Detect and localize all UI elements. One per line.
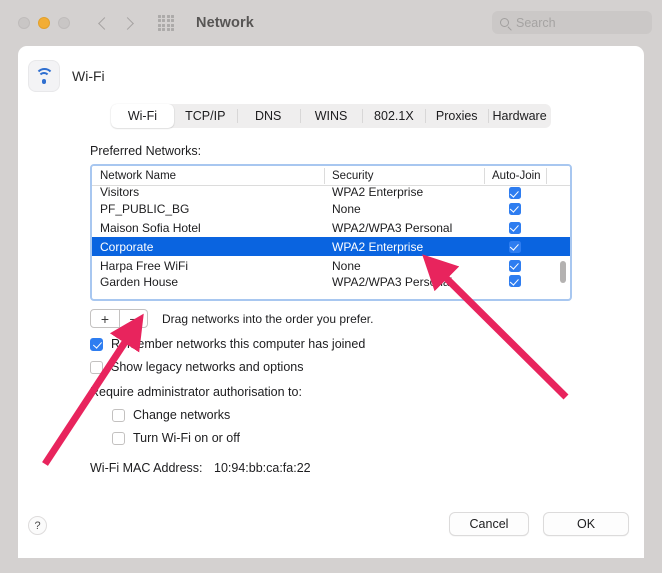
auto-join-checkbox[interactable] xyxy=(509,187,521,199)
cell-network-name: PF_PUBLIC_BG xyxy=(100,201,190,216)
cell-network-name: Corporate xyxy=(100,239,154,254)
cell-security: WPA2/WPA3 Personal xyxy=(332,220,453,235)
tab-dns[interactable]: DNS xyxy=(236,104,300,128)
table-row-selected[interactable]: Corporate WPA2 Enterprise xyxy=(92,237,570,256)
preferred-networks-label: Preferred Networks: xyxy=(90,144,202,158)
tab-proxies[interactable]: Proxies xyxy=(425,104,488,128)
change-networks-label: Change networks xyxy=(133,408,231,422)
cell-security: None xyxy=(332,201,361,216)
wifi-tab-content: Preferred Networks: Network Name Securit… xyxy=(18,128,644,475)
auto-join-checkbox[interactable] xyxy=(509,275,521,287)
show-legacy-checkbox[interactable] xyxy=(90,360,103,374)
help-button[interactable]: ? xyxy=(28,516,47,535)
cell-security: WPA2 Enterprise xyxy=(332,185,424,199)
option-remember-networks[interactable]: Remember networks this computer has join… xyxy=(90,337,644,351)
cell-auto-join xyxy=(484,221,546,234)
option-change-networks[interactable]: Change networks xyxy=(112,408,644,422)
grid-icon[interactable] xyxy=(158,15,174,31)
forward-chevron-icon[interactable] xyxy=(121,16,134,30)
drag-hint-label: Drag networks into the order you prefer. xyxy=(162,311,374,326)
tab-8021x[interactable]: 802.1X xyxy=(362,104,425,128)
column-header-network-name[interactable]: Network Name xyxy=(92,166,324,186)
require-admin-label: Require administrator authorisation to: xyxy=(90,385,302,399)
search-icon xyxy=(500,18,509,27)
cell-auto-join xyxy=(484,202,546,215)
close-window-button[interactable] xyxy=(18,17,30,29)
maximize-window-button[interactable] xyxy=(58,17,70,29)
show-legacy-label: Show legacy networks and options xyxy=(111,360,304,374)
add-remove-row: + − Drag networks into the order you pre… xyxy=(90,309,644,328)
column-header-security[interactable]: Security xyxy=(324,166,484,186)
window-toolbar: Network Search xyxy=(0,0,662,46)
service-name-label: Wi-Fi xyxy=(72,68,105,84)
cell-auto-join xyxy=(484,187,546,199)
table-row[interactable]: PF_PUBLIC_BG None xyxy=(92,199,570,218)
minimize-window-button[interactable] xyxy=(38,17,50,29)
column-header-auto-join[interactable]: Auto-Join xyxy=(484,166,546,186)
navigation-buttons xyxy=(98,16,134,30)
tab-wifi[interactable]: Wi-Fi xyxy=(111,104,174,128)
tab-tcpip[interactable]: TCP/IP xyxy=(174,104,237,128)
search-input[interactable]: Search xyxy=(492,11,652,34)
scrollbar-thumb[interactable] xyxy=(560,261,566,283)
table-row[interactable]: Maison Sofia Hotel WPA2/WPA3 Personal xyxy=(92,218,570,237)
mac-address-value: 10:94:bb:ca:fa:22 xyxy=(214,461,311,475)
option-turn-wifi-on-off[interactable]: Turn Wi-Fi on or off xyxy=(112,431,644,445)
auto-join-checkbox[interactable] xyxy=(509,259,521,272)
auto-join-checkbox[interactable] xyxy=(509,221,521,234)
column-header-spacer xyxy=(546,166,570,186)
wifi-icon xyxy=(28,60,60,92)
auto-join-checkbox[interactable] xyxy=(509,240,521,253)
tab-hardware[interactable]: Hardware xyxy=(488,104,551,128)
back-chevron-icon[interactable] xyxy=(98,16,111,30)
option-show-legacy[interactable]: Show legacy networks and options xyxy=(90,360,644,374)
remember-networks-checkbox[interactable] xyxy=(90,337,103,351)
mac-address-row: Wi-Fi MAC Address: 10:94:bb:ca:fa:22 xyxy=(90,461,644,475)
cell-auto-join xyxy=(484,240,546,253)
cell-network-name: Visitors xyxy=(100,185,140,199)
cancel-button[interactable]: Cancel xyxy=(449,512,529,536)
table-row[interactable]: Harpa Free WiFi None xyxy=(92,256,570,275)
settings-tab-bar: Wi-Fi TCP/IP DNS WINS 802.1X Proxies Har… xyxy=(111,104,551,128)
tab-wins[interactable]: WINS xyxy=(299,104,363,128)
table-row[interactable]: Garden House WPA2/WPA3 Personal xyxy=(92,275,570,288)
turn-wifi-label: Turn Wi-Fi on or off xyxy=(133,431,240,445)
wifi-settings-sheet: Wi-Fi Wi-Fi TCP/IP DNS WINS 802.1X Proxi… xyxy=(18,46,644,558)
page-title: Network xyxy=(196,15,254,31)
add-remove-segmented-control: + − xyxy=(90,309,148,328)
cell-network-name: Harpa Free WiFi xyxy=(100,258,189,273)
traffic-lights xyxy=(18,17,70,29)
table-header-row: Network Name Security Auto-Join xyxy=(92,166,570,186)
preferred-networks-table[interactable]: Network Name Security Auto-Join Visitors… xyxy=(90,164,572,301)
search-placeholder: Search xyxy=(516,15,556,30)
sheet-header: Wi-Fi xyxy=(18,46,644,92)
change-networks-checkbox[interactable] xyxy=(112,408,125,422)
cell-network-name: Garden House xyxy=(100,275,179,288)
cell-security: WPA2/WPA3 Personal xyxy=(332,275,453,288)
ok-button[interactable]: OK xyxy=(543,512,629,536)
cell-network-name: Maison Sofia Hotel xyxy=(100,220,201,235)
sheet-footer: ? Cancel OK xyxy=(18,502,644,558)
turn-wifi-checkbox[interactable] xyxy=(112,431,125,445)
network-preferences-window: Network Search Wi-Fi Wi-Fi TCP/IP DNS WI… xyxy=(0,0,662,573)
table-body: Visitors WPA2 Enterprise PF_PUBLIC_BG No… xyxy=(92,185,570,288)
table-scrollbar[interactable] xyxy=(558,186,568,299)
cell-security: WPA2 Enterprise xyxy=(332,239,424,254)
auto-join-checkbox[interactable] xyxy=(509,202,521,215)
remove-network-button[interactable]: − xyxy=(119,310,147,327)
cell-auto-join xyxy=(484,275,546,287)
mac-address-label: Wi-Fi MAC Address: xyxy=(90,461,203,475)
cell-auto-join xyxy=(484,259,546,272)
cell-security: None xyxy=(332,258,361,273)
add-network-button[interactable]: + xyxy=(91,310,119,327)
remember-networks-label: Remember networks this computer has join… xyxy=(111,337,366,351)
table-row[interactable]: Visitors WPA2 Enterprise xyxy=(92,185,570,199)
